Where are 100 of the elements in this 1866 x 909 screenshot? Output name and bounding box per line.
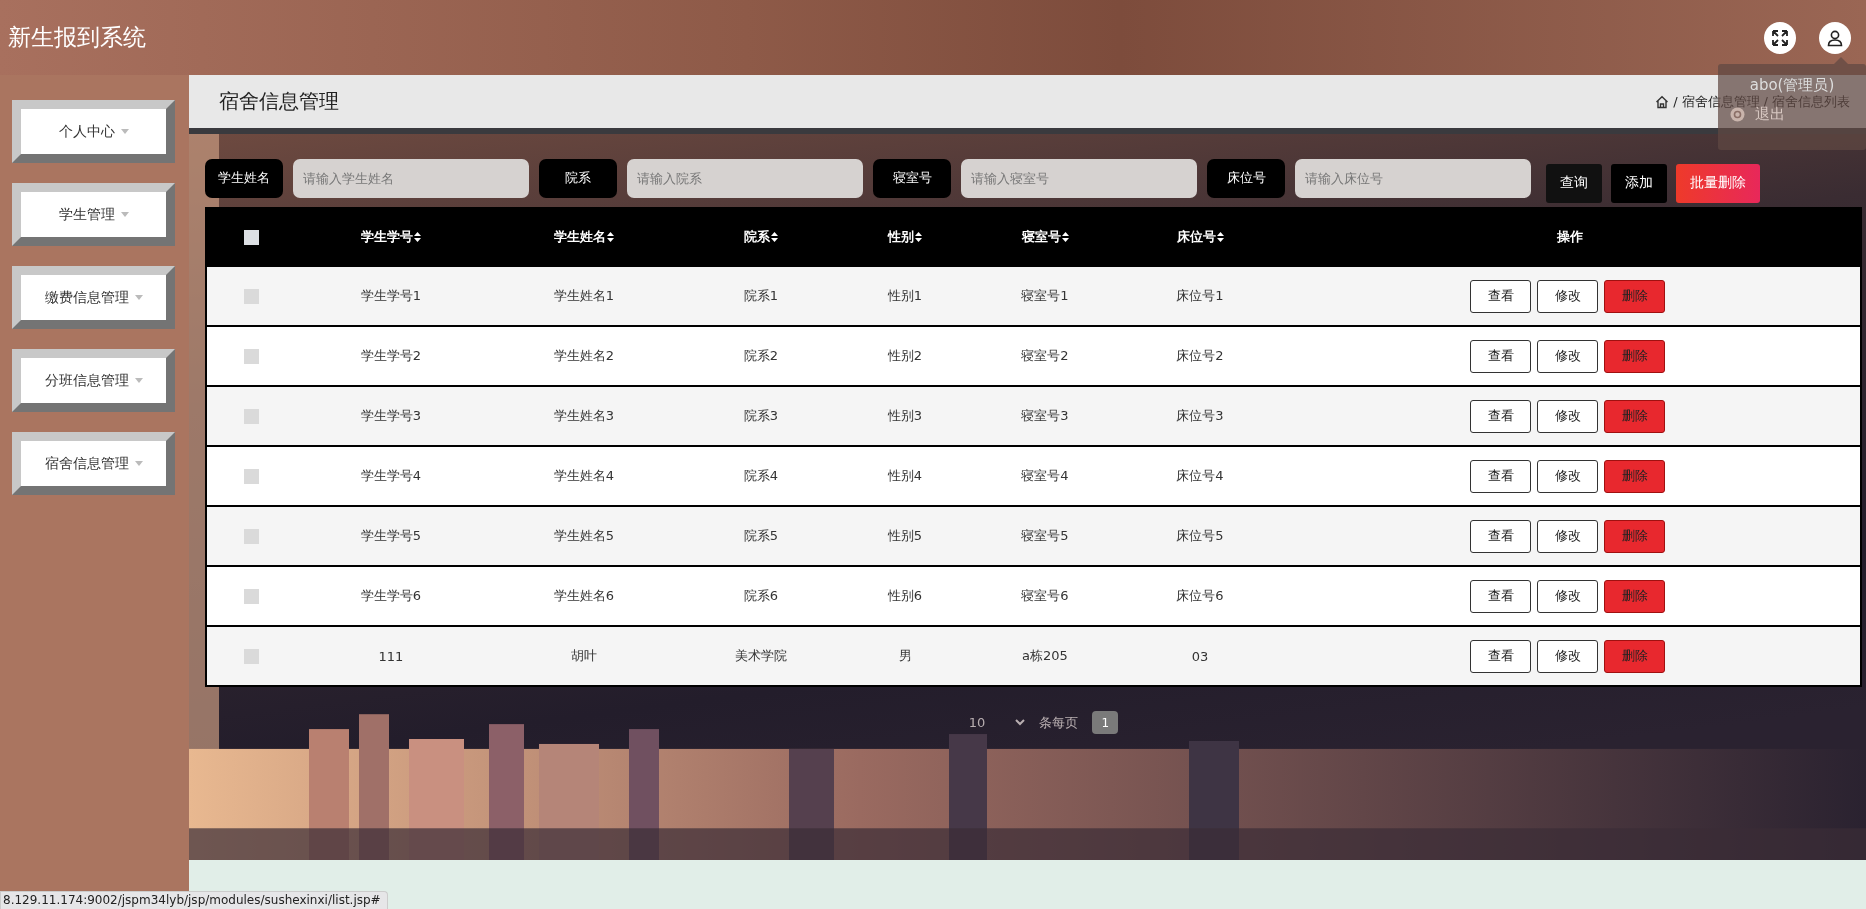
- table-cell: 院系5: [743, 528, 779, 543]
- table-cell: 男: [898, 648, 912, 663]
- action-button[interactable]: 修改: [1537, 339, 1598, 373]
- table-cell: 寝室号3: [1021, 408, 1069, 423]
- action-button[interactable]: 查看: [1470, 459, 1531, 493]
- action-button[interactable]: 查看: [1470, 579, 1531, 613]
- delete-button[interactable]: 删除: [1604, 459, 1665, 493]
- row-checkbox[interactable]: [244, 649, 259, 664]
- delete-button[interactable]: 删除: [1604, 399, 1665, 433]
- home-icon[interactable]: [1655, 94, 1670, 109]
- row-checkbox[interactable]: [244, 589, 259, 604]
- delete-button[interactable]: 删除: [1604, 639, 1665, 673]
- search-field[interactable]: 请输入床位号: [1295, 158, 1531, 198]
- table-cell: 床位号1: [1176, 288, 1224, 303]
- user-button[interactable]: [1819, 21, 1851, 54]
- table-cell: 床位号6: [1176, 588, 1224, 603]
- table-cell: 寝室号5: [1021, 528, 1069, 543]
- search-field[interactable]: 请输入学生姓名: [293, 158, 529, 198]
- search-button[interactable]: 查询: [1546, 163, 1602, 203]
- row-checkbox[interactable]: [244, 469, 259, 484]
- delete-button[interactable]: 删除: [1604, 339, 1665, 373]
- user-icon: [1826, 28, 1844, 47]
- caret-icon: [134, 378, 143, 383]
- action-button[interactable]: 修改: [1537, 519, 1598, 553]
- sidebar-item[interactable]: 宿舍信息管理: [12, 432, 175, 495]
- column-header[interactable]: 学生姓名: [554, 228, 614, 246]
- action-button[interactable]: 查看: [1470, 639, 1531, 673]
- field-label: 寝室号: [873, 158, 951, 198]
- table-cell: 学生姓名2: [553, 348, 615, 363]
- page-title: 宿舍信息管理: [219, 88, 339, 115]
- action-button[interactable]: 修改: [1537, 639, 1598, 673]
- table-cell: 寝室号1: [1021, 288, 1069, 303]
- action-button[interactable]: 修改: [1537, 279, 1598, 313]
- table-cell: 性别6: [887, 588, 923, 603]
- table-cell: 院系3: [743, 408, 779, 423]
- table-cell: 寝室号6: [1021, 588, 1069, 603]
- table-cell: 床位号2: [1176, 348, 1224, 363]
- table-cell: 学生学号6: [360, 588, 422, 603]
- expand-icon: [1771, 28, 1789, 47]
- user-name: abo(管理员): [1749, 76, 1835, 95]
- action-button[interactable]: 查看: [1470, 399, 1531, 433]
- delete-button[interactable]: 删除: [1604, 579, 1665, 613]
- search-field[interactable]: 请输入寝室号: [961, 158, 1197, 198]
- caret-icon: [134, 295, 143, 300]
- table-cell: 03: [1191, 648, 1209, 664]
- table-cell: 学生学号1: [360, 288, 422, 303]
- action-button[interactable]: 查看: [1470, 339, 1531, 373]
- sidebar-item[interactable]: 分班信息管理: [12, 349, 175, 412]
- field-label: 院系: [539, 158, 617, 198]
- delete-button[interactable]: 删除: [1604, 279, 1665, 313]
- table-cell: 寝室号2: [1021, 348, 1069, 363]
- column-header[interactable]: 寝室号: [1021, 228, 1069, 246]
- row-checkbox[interactable]: [244, 529, 259, 544]
- table-cell: 性别4: [887, 468, 923, 483]
- fullscreen-button[interactable]: [1764, 21, 1796, 54]
- sidebar-item[interactable]: 个人中心: [12, 100, 175, 163]
- action-button[interactable]: 查看: [1470, 279, 1531, 313]
- breadcrumb-separator: /: [1673, 94, 1678, 109]
- sidebar-item[interactable]: 缴费信息管理: [12, 266, 175, 329]
- column-header: 操作: [1557, 228, 1583, 246]
- table-cell: 学生学号4: [360, 468, 422, 483]
- page-button[interactable]: 1: [1092, 711, 1119, 734]
- page-size-select[interactable]: 10: [968, 715, 1026, 730]
- table-cell: 性别2: [887, 348, 923, 363]
- table-cell: 学生姓名6: [553, 588, 615, 603]
- table-cell: 学生姓名5: [553, 528, 615, 543]
- field-label: 床位号: [1207, 158, 1285, 198]
- delete-button[interactable]: 删除: [1604, 519, 1665, 553]
- action-button[interactable]: 查看: [1470, 519, 1531, 553]
- row-checkbox[interactable]: [244, 349, 259, 364]
- action-button[interactable]: 修改: [1537, 459, 1598, 493]
- table-cell: 性别1: [887, 288, 923, 303]
- row-checkbox[interactable]: [244, 289, 259, 304]
- page-size-label: 条每页: [1039, 713, 1079, 732]
- add-button[interactable]: 添加: [1611, 163, 1667, 203]
- table-cell: 学生姓名1: [553, 288, 615, 303]
- sidebar-item[interactable]: 学生管理: [12, 183, 175, 246]
- caret-icon: [120, 212, 129, 217]
- column-header[interactable]: 学生学号: [361, 228, 421, 246]
- field-label: 学生姓名: [205, 158, 283, 198]
- search-field[interactable]: 请输入院系: [627, 158, 863, 198]
- app-title: 新生报到系统: [8, 23, 146, 52]
- action-button[interactable]: 修改: [1537, 399, 1598, 433]
- row-checkbox[interactable]: [244, 409, 259, 424]
- select-all-checkbox[interactable]: [244, 230, 259, 245]
- power-icon: [1730, 107, 1745, 122]
- chevron-down-icon: [1015, 719, 1026, 726]
- table-cell: 性别3: [887, 408, 923, 423]
- table-cell: 院系2: [743, 348, 779, 363]
- column-header[interactable]: 院系: [744, 228, 778, 246]
- table-cell: 学生姓名3: [553, 408, 615, 423]
- table-cell: 院系1: [743, 288, 779, 303]
- column-header[interactable]: 性别: [888, 228, 922, 246]
- column-header[interactable]: 床位号: [1176, 228, 1224, 246]
- status-url: 8.129.11.174:9002/jspm34lyb/jsp/modules/sushexinxi/list.jsp#: [0, 891, 388, 909]
- caret-icon: [134, 461, 143, 466]
- action-button[interactable]: 修改: [1537, 579, 1598, 613]
- batch-delete-button[interactable]: 批量删除: [1676, 163, 1760, 203]
- table-cell: 学生学号2: [360, 348, 422, 363]
- table-cell: 院系6: [743, 588, 779, 603]
